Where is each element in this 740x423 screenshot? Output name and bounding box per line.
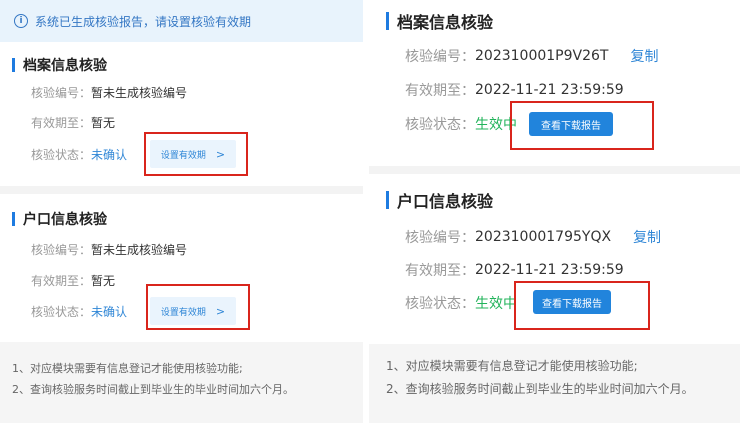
number-label: 核验编号：: [31, 86, 92, 100]
household-section-title: 户口信息核验: [386, 188, 493, 212]
status-label: 核验状态：: [31, 305, 92, 319]
household-section-title: 户口信息核验: [12, 209, 107, 229]
expiry-value: 2022-11-21 23:59:59: [475, 82, 624, 98]
archive-expiry-row: 有效期至： 暂无: [31, 114, 115, 131]
info-circle-icon: i: [14, 14, 28, 28]
number-label: 核验编号：: [405, 49, 475, 65]
archive-status-row: 核验状态： 生效中: [405, 114, 517, 134]
note-item: 2、查询核验服务时间截止到毕业生的毕业时间加六个月。: [12, 383, 294, 396]
archive-expiry-row: 有效期至： 2022-11-21 23:59:59: [405, 80, 624, 100]
number-value: 202310001P9V26T: [475, 48, 609, 64]
notice-text: 系统已生成核验报告，请设置核验有效期: [35, 14, 252, 29]
note-item: 1、对应模块需要有信息登记才能使用核验功能;: [12, 362, 243, 375]
copy-link[interactable]: 复制: [630, 46, 658, 66]
archive-section-title: 档案信息核验: [12, 55, 107, 75]
number-label: 核验编号：: [405, 230, 475, 246]
household-status-row: 核验状态： 未确认: [31, 303, 127, 320]
expiry-label: 有效期至：: [405, 263, 475, 279]
expiry-label: 有效期至：: [31, 274, 92, 288]
household-expiry-row: 有效期至： 2022-11-21 23:59:59: [405, 260, 624, 280]
archive-status-row: 核验状态： 未确认: [31, 146, 127, 163]
expiry-label: 有效期至：: [405, 83, 475, 99]
status-badge: 生效中: [475, 296, 517, 312]
system-notice-banner: i 系统已生成核验报告，请设置核验有效期: [0, 0, 363, 42]
number-value: 202310001795YQX: [475, 229, 612, 245]
archive-number-row: 核验编号： 202310001P9V26T 复制: [405, 46, 658, 66]
expiry-value: 暂无: [91, 116, 116, 130]
status-label: 核验状态：: [405, 296, 475, 312]
household-expiry-row: 有效期至： 暂无: [31, 272, 115, 289]
number-value: 暂未生成核验编号: [91, 86, 188, 100]
status-label: 核验状态：: [31, 148, 92, 162]
expiry-value: 2022-11-21 23:59:59: [475, 262, 624, 278]
archive-section-title: 档案信息核验: [386, 9, 493, 33]
household-number-row: 核验编号： 202310001795YQX 复制: [405, 227, 661, 247]
copy-link[interactable]: 复制: [633, 227, 661, 247]
annotation-highlight-box: [510, 101, 654, 150]
number-label: 核验编号：: [31, 243, 92, 257]
section-divider: [0, 186, 363, 194]
section-divider: [369, 166, 740, 174]
status-badge: 未确认: [91, 148, 128, 162]
household-status-row: 核验状态： 生效中: [405, 293, 517, 313]
right-screenshot-panel: 档案信息核验 核验编号： 202310001P9V26T 复制 有效期至： 20…: [369, 0, 740, 423]
left-screenshot-panel: i 系统已生成核验报告，请设置核验有效期 档案信息核验 核验编号： 暂未生成核验…: [0, 0, 363, 423]
status-label: 核验状态：: [405, 117, 475, 133]
number-value: 暂未生成核验编号: [91, 243, 188, 257]
status-badge: 未确认: [91, 305, 128, 319]
expiry-label: 有效期至：: [31, 116, 92, 130]
annotation-highlight-box: [514, 281, 650, 330]
expiry-value: 暂无: [91, 274, 116, 288]
annotation-highlight-box: [146, 284, 250, 330]
note-item: 2、查询核验服务时间截止到毕业生的毕业时间加六个月。: [386, 382, 694, 396]
household-number-row: 核验编号： 暂未生成核验编号: [31, 241, 187, 258]
note-item: 1、对应模块需要有信息登记才能使用核验功能;: [386, 359, 638, 373]
annotation-highlight-box: [144, 132, 248, 176]
archive-number-row: 核验编号： 暂未生成核验编号: [31, 84, 187, 101]
